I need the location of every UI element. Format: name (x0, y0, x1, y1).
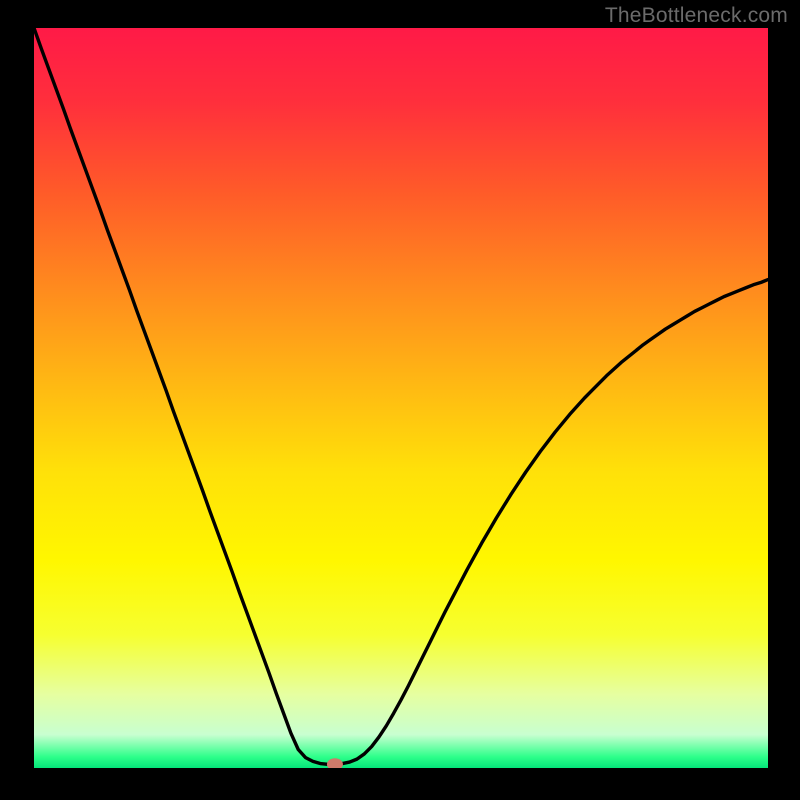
watermark-text: TheBottleneck.com (605, 4, 788, 28)
chart-frame: TheBottleneck.com (0, 0, 800, 800)
gradient-background (34, 28, 768, 768)
plot-area (34, 28, 768, 768)
chart-svg (34, 28, 768, 768)
